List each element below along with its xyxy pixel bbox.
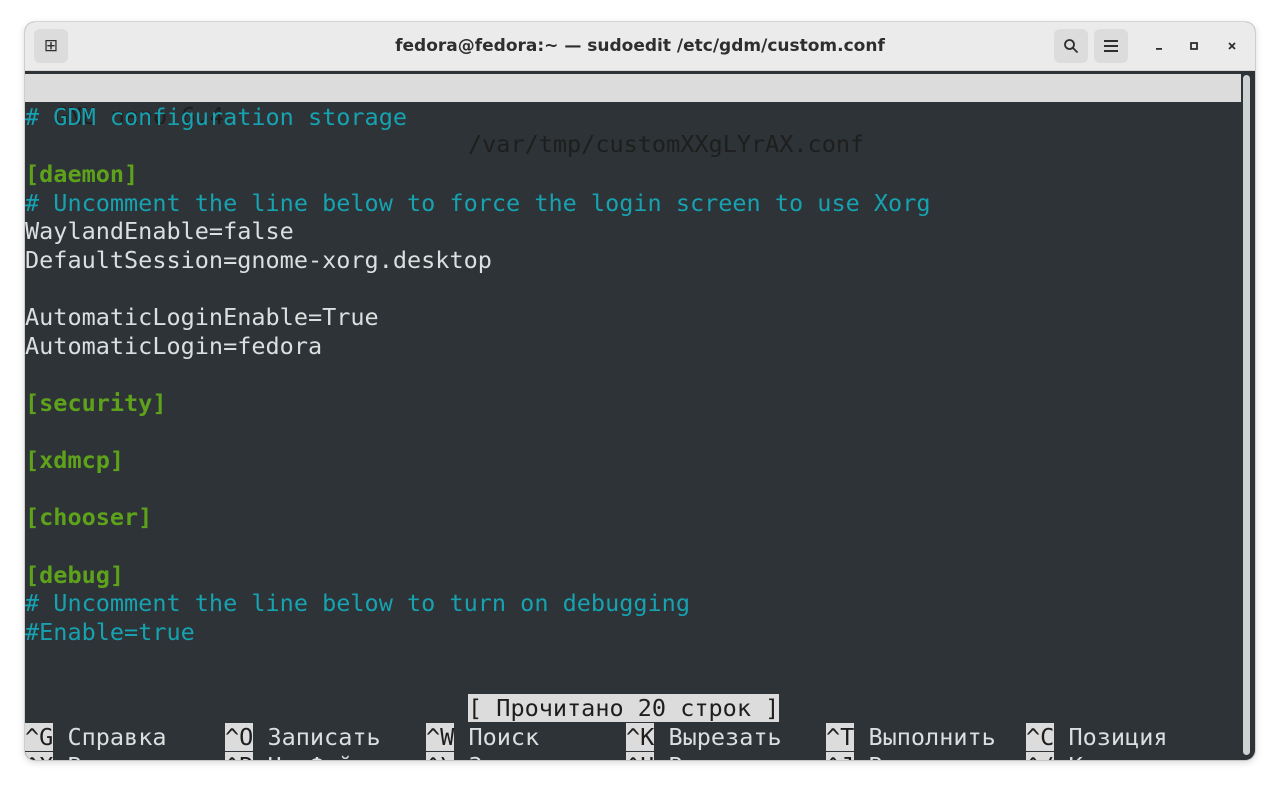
shortcut-label: Позиция <box>1068 723 1168 751</box>
shortcut-key: ^U <box>626 751 655 760</box>
editor-line: DefaultSession=gnome-xorg.desktop <box>25 246 492 274</box>
shortcut-item[interactable]: ^K Вырезать <box>626 723 782 752</box>
shortcut-key: ^\ <box>426 751 455 760</box>
scrollbar[interactable] <box>1243 75 1250 755</box>
editor-line: [chooser] <box>25 503 153 532</box>
shortcut-item[interactable]: ^R ЧитФайл <box>225 751 367 760</box>
editor-line: [security] <box>25 389 167 417</box>
nano-filename: /var/tmp/customXXgLYrAX.conf <box>468 130 865 158</box>
shortcut-item[interactable]: ^/ К строке <box>1026 751 1182 760</box>
shortcut-key: ^C <box>1026 723 1055 751</box>
shortcut-item[interactable]: ^G Справка <box>25 723 167 752</box>
shortcut-label: Выход <box>67 752 138 760</box>
shortcut-key: ^K <box>626 723 655 751</box>
shortcut-label: Вставить <box>668 752 781 760</box>
close-button[interactable] <box>1215 29 1249 63</box>
shortcut-label: ЧитФайл <box>267 752 366 760</box>
editor-line: AutomaticLoginEnable=True <box>25 303 379 332</box>
hamburger-menu-icon <box>1104 40 1118 52</box>
shortcut-key: ^/ <box>1026 751 1055 760</box>
shortcut-label: Поиск <box>468 723 540 751</box>
title-bar: ⊞ fedora@fedora:~ — sudoedit /etc/gdm/cu… <box>25 22 1255 71</box>
editor-line: # Uncomment the line below to force the … <box>25 188 931 217</box>
shortcut-label: Выровнять <box>868 752 995 760</box>
terminal-area[interactable]: GNU nano 6.4 /var/tmp/customXXgLYrAX.con… <box>25 71 1243 760</box>
status-message: [ Прочитано 20 строк ] <box>468 694 780 722</box>
shortcut-item[interactable]: ^X Выход <box>25 751 138 760</box>
shortcut-key: ^X <box>25 751 54 760</box>
editor-line: [xdmcp] <box>25 446 125 475</box>
shortcut-item[interactable]: ^C Позиция <box>1026 723 1168 752</box>
nano-header: GNU nano 6.4 /var/tmp/customXXgLYrAX.con… <box>25 74 1241 158</box>
shortcut-label: Вырезать <box>668 723 782 751</box>
terminal-window: ⊞ fedora@fedora:~ — sudoedit /etc/gdm/cu… <box>25 22 1255 760</box>
editor-line: #Enable=true <box>25 617 195 646</box>
shortcut-key: ^J <box>826 751 855 760</box>
shortcut-key: ^R <box>225 751 254 760</box>
shortcut-item[interactable]: ^\ Замена <box>426 751 553 760</box>
shortcut-item[interactable]: ^U Вставить <box>626 751 782 760</box>
shortcut-item[interactable]: ^T Выполнить <box>826 723 996 752</box>
editor-line: WaylandEnable=false <box>25 217 294 246</box>
shortcut-key: ^T <box>826 723 855 751</box>
editor-line: [debug] <box>25 560 125 589</box>
shortcut-key: ^W <box>426 723 455 751</box>
shortcut-key: ^O <box>225 723 254 751</box>
shortcut-label: Выполнить <box>868 723 996 751</box>
menu-button[interactable] <box>1094 29 1128 63</box>
search-button[interactable] <box>1054 29 1088 63</box>
search-icon <box>1064 39 1078 53</box>
minimize-button[interactable] <box>1142 29 1176 63</box>
editor-line: AutomaticLogin=fedora <box>25 331 323 360</box>
shortcut-item[interactable]: ^W Поиск <box>426 723 539 752</box>
editor-line: # Uncomment the line below to turn on de… <box>25 589 690 618</box>
minimize-icon <box>1156 48 1162 50</box>
shortcut-key: ^G <box>25 723 54 751</box>
maximize-button[interactable] <box>1177 29 1211 63</box>
shortcut-label: Записать <box>267 723 381 751</box>
shortcut-label: Справка <box>67 723 167 751</box>
shortcut-item[interactable]: ^O Записать <box>225 723 381 752</box>
maximize-icon <box>1190 42 1198 50</box>
editor-line: [daemon] <box>25 160 139 189</box>
close-icon <box>1228 42 1236 50</box>
shortcut-item[interactable]: ^J Выровнять <box>826 751 996 760</box>
shortcut-label: К строке <box>1068 752 1181 760</box>
shortcut-label: Замена <box>468 752 553 760</box>
editor-line: # GDM configuration storage <box>25 103 408 131</box>
